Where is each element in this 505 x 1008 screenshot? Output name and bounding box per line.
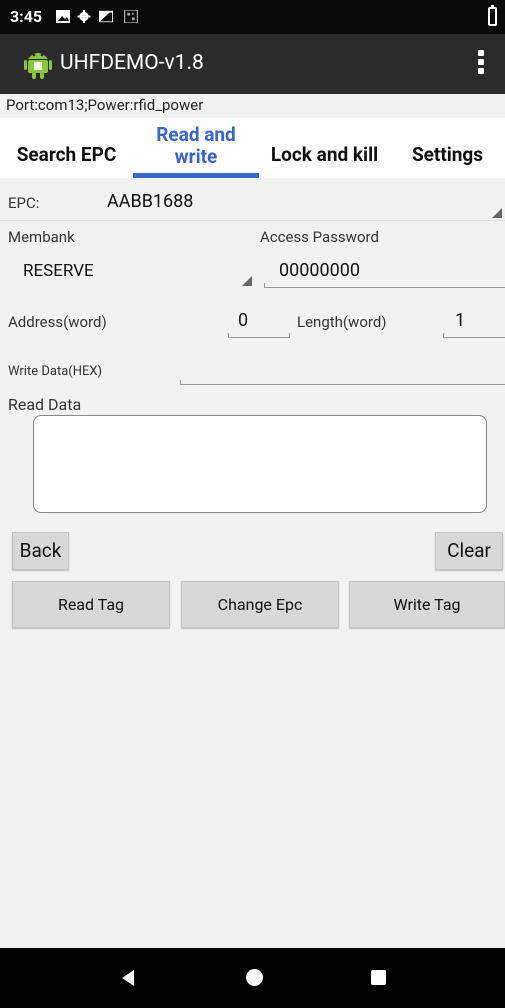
access-password-field[interactable]: 00000000 <box>264 256 505 290</box>
access-password-label: Access Password <box>260 228 379 246</box>
underline <box>264 287 505 288</box>
android-icon <box>24 53 52 79</box>
membank-label: Membank <box>8 228 75 246</box>
length-label: Length(word) <box>297 313 387 331</box>
access-password-value: 00000000 <box>279 260 360 281</box>
photo-icon <box>99 10 113 23</box>
epc-value: AABB1688 <box>107 191 194 212</box>
read-tag-button[interactable]: Read Tag <box>12 581 170 628</box>
dropdown-arrow-icon <box>492 208 502 218</box>
port-power-info: Port:com13;Power:rfid_power <box>6 96 204 114</box>
clear-button[interactable]: Clear <box>435 532 503 570</box>
read-data-textarea[interactable] <box>33 415 487 513</box>
active-tab-indicator <box>133 173 259 178</box>
epc-spinner[interactable]: AABB1688 <box>92 186 505 220</box>
tab-search-epc[interactable]: Search EPC <box>0 118 133 178</box>
write-tag-button[interactable]: Write Tag <box>349 581 505 628</box>
overflow-menu-icon[interactable] <box>477 50 485 78</box>
tab-read-and-write[interactable]: Read and write <box>133 118 259 178</box>
app-title: UHFDEMO-v1.8 <box>60 51 204 75</box>
write-data-label: Write Data(HEX) <box>8 364 103 379</box>
underline-tick <box>180 380 181 385</box>
underline-tick <box>264 283 265 288</box>
underline-tick <box>228 333 229 338</box>
tab-bar: Search EPC Read and write Lock and kill … <box>0 118 505 178</box>
address-value: 0 <box>238 310 249 331</box>
action-bar: UHFDEMO-v1.8 <box>0 34 505 94</box>
navigation-bar <box>0 948 505 1008</box>
underline <box>180 384 505 385</box>
tab-lock-and-kill[interactable]: Lock and kill <box>259 118 390 178</box>
image-icon <box>56 10 70 23</box>
length-field[interactable]: 1 <box>443 306 505 340</box>
gear-icon <box>77 10 91 23</box>
dropdown-arrow-icon <box>242 276 252 286</box>
underline <box>443 337 505 338</box>
recents-square-icon[interactable] <box>371 970 386 985</box>
home-circle-icon[interactable] <box>246 969 263 986</box>
membank-spinner[interactable]: RESERVE <box>8 256 256 288</box>
underline-tick <box>289 333 290 338</box>
clock: 3:45 <box>10 7 43 26</box>
write-data-field[interactable] <box>180 356 505 388</box>
back-triangle-icon[interactable] <box>122 970 134 986</box>
address-field[interactable]: 0 <box>228 306 290 340</box>
battery-icon <box>488 5 497 26</box>
epc-label: EPC: <box>8 194 40 212</box>
divider <box>0 220 505 221</box>
address-label: Address(word) <box>8 313 107 331</box>
status-bar: 3:45 <box>0 0 505 34</box>
length-value: 1 <box>455 310 466 331</box>
membank-value: RESERVE <box>23 261 94 281</box>
back-button[interactable]: Back <box>12 532 69 570</box>
read-data-label: Read Data <box>8 395 82 414</box>
change-epc-button[interactable]: Change Epc <box>181 581 339 628</box>
underline <box>228 337 290 338</box>
underline-tick <box>443 333 444 338</box>
tab-settings[interactable]: Settings <box>390 118 505 178</box>
qr-icon <box>124 10 138 23</box>
